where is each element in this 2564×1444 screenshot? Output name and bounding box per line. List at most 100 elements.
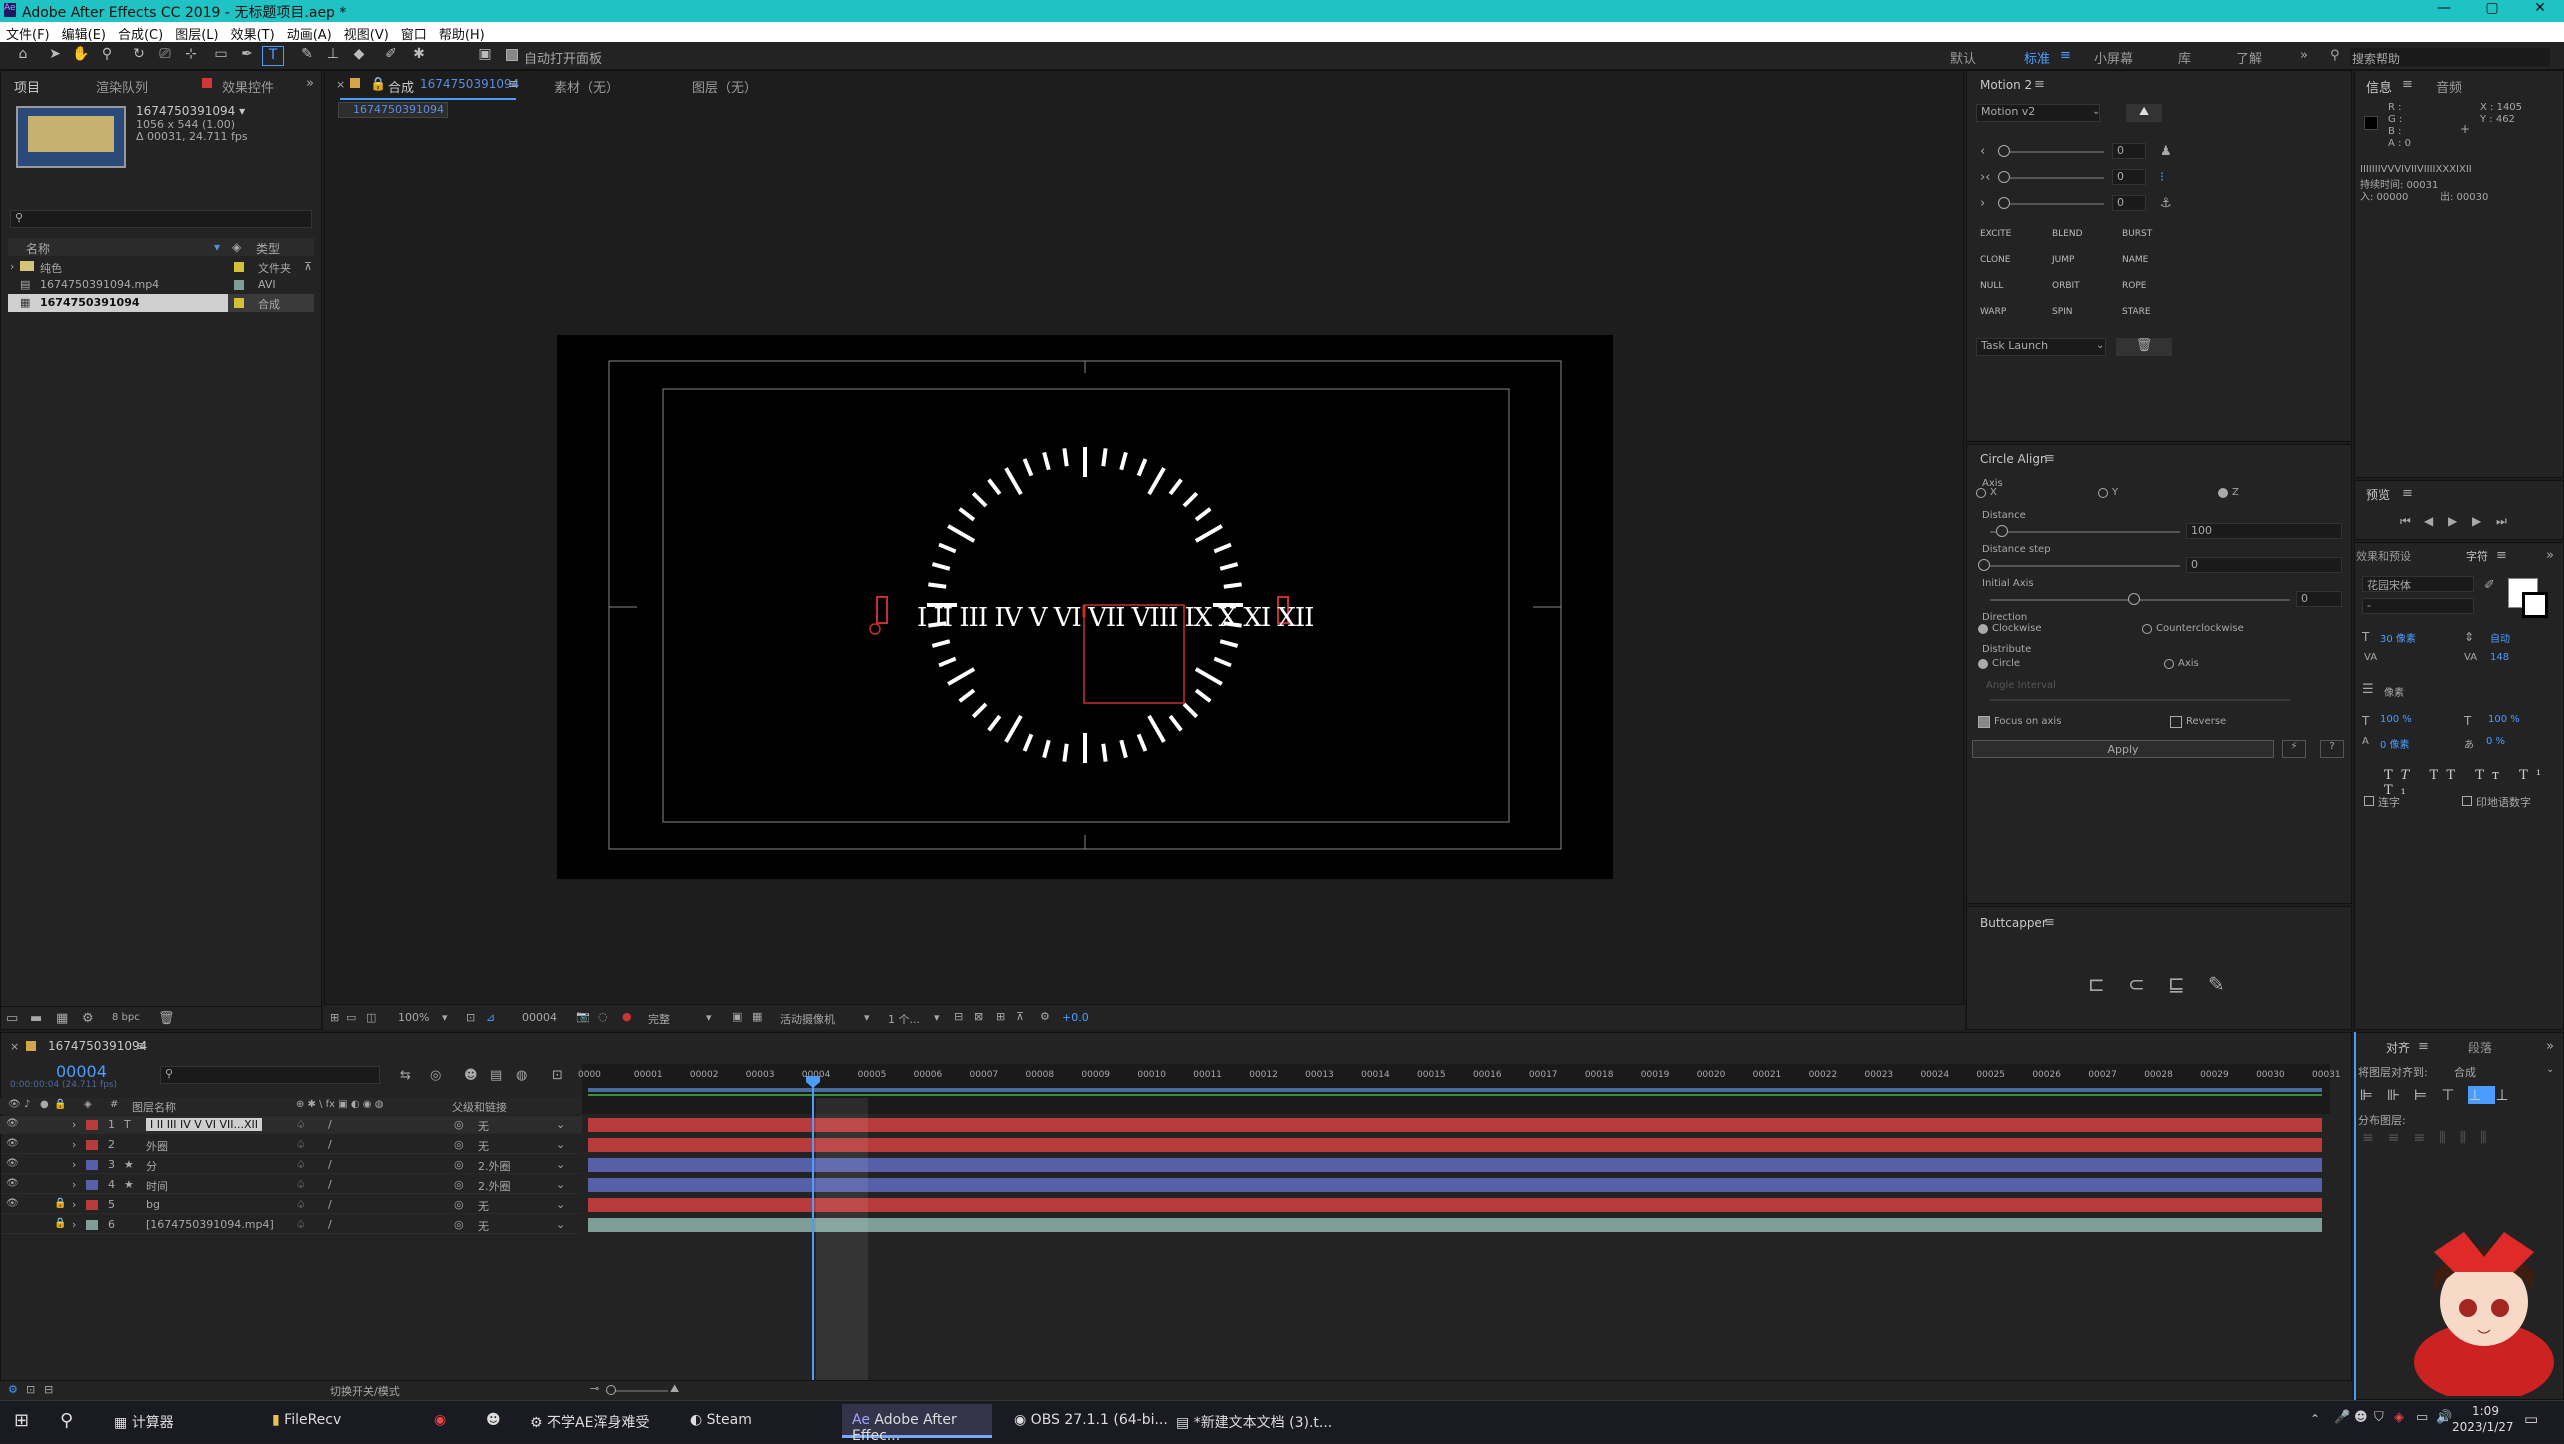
slider-knob[interactable]: [1998, 145, 2010, 157]
timing-icon[interactable]: ⊟: [44, 1383, 53, 1396]
timeline-icon[interactable]: ⊞: [996, 1010, 1005, 1023]
tab-layer[interactable]: 图层（无）: [692, 77, 757, 96]
parent-dropdown[interactable]: 无: [478, 1218, 489, 1234]
ease-out-value[interactable]: 0: [2112, 195, 2146, 211]
microphone-icon[interactable]: 🎤: [2334, 1410, 2350, 1425]
timeline-layer-row[interactable]: 👁 🔒 › 5 bg ♤ / ◎ 无 ⌄: [0, 1196, 582, 1214]
project-row-selected[interactable]: ▦ 1674750391094 合成: [8, 294, 314, 312]
draft-3d-icon[interactable]: ◎: [430, 1068, 441, 1083]
quality-switch-icon[interactable]: /: [328, 1138, 332, 1151]
lock-icon[interactable]: 🔒: [54, 1198, 66, 1209]
chevron-down-icon[interactable]: ▾: [442, 1011, 448, 1024]
eyedropper-icon[interactable]: ✐: [2484, 578, 2495, 593]
distance-step-slider[interactable]: [1990, 565, 2180, 567]
pickwhip-icon[interactable]: ◎: [454, 1178, 464, 1191]
always-preview-icon[interactable]: ▭: [346, 1011, 356, 1024]
chevron-down-icon[interactable]: ▾: [934, 1011, 940, 1024]
transfer-controls-icon[interactable]: ⊡: [26, 1383, 35, 1396]
quality-switch-icon[interactable]: /: [328, 1118, 332, 1131]
expand-arrow-icon[interactable]: ›: [72, 1218, 76, 1231]
pen-tool-icon[interactable]: ✒: [236, 46, 258, 66]
font-size-value[interactable]: 30 像素: [2380, 630, 2416, 645]
panel-overflow-icon[interactable]: »: [306, 76, 314, 91]
layer-label-swatch[interactable]: [86, 1200, 98, 1210]
panel-menu-icon[interactable]: ≡: [2402, 486, 2413, 501]
motion-blur-icon[interactable]: ◍: [516, 1068, 527, 1083]
timeline-layer-row[interactable]: 👁 › 3 ★ 分 ♤ / ◎ 2.外圈 ⌄: [0, 1156, 582, 1174]
baseline-value[interactable]: 0 像素: [2380, 736, 2410, 751]
taskbar-app-calculator[interactable]: ▦ 计算器: [104, 1404, 184, 1438]
workspace-default[interactable]: 默认: [1950, 48, 1976, 67]
frame-blending-icon[interactable]: ▤: [490, 1068, 502, 1083]
tab-audio[interactable]: 音频: [2436, 77, 2462, 96]
minimize-button[interactable]: —: [2420, 0, 2468, 22]
shy-switch-icon[interactable]: ♤: [296, 1178, 306, 1191]
taskbar-app-ae-group[interactable]: ⚙ 不学AE浑身难受: [520, 1404, 659, 1438]
comp-breadcrumb[interactable]: 1674750391094: [338, 102, 448, 118]
rotate-tool-icon[interactable]: ↻: [128, 46, 150, 66]
snapshot-icon[interactable]: 📷: [576, 1010, 590, 1023]
panel-menu-icon[interactable]: ≡: [136, 1039, 147, 1054]
rope-button[interactable]: ROPE: [2122, 281, 2146, 291]
pan-behind-tool-icon[interactable]: ⊹: [180, 46, 202, 66]
stroke-color-swatch[interactable]: [2522, 592, 2548, 618]
color-channel-icon[interactable]: ●: [622, 1010, 632, 1023]
anchor-icon[interactable]: ⚓: [2160, 196, 2172, 211]
view-layout-dropdown[interactable]: 1 个...: [888, 1011, 920, 1027]
workspace-standard[interactable]: 标准: [2024, 48, 2050, 67]
resolution-dropdown[interactable]: 完整: [648, 1011, 670, 1027]
parent-dropdown[interactable]: 无: [478, 1138, 489, 1154]
counterclockwise-radio[interactable]: [2142, 624, 2152, 634]
tab-effect-controls[interactable]: 效果控件: [222, 77, 274, 96]
current-frame-field[interactable]: 00004: [522, 1011, 557, 1024]
slider-knob[interactable]: [1978, 559, 1990, 571]
distance-slider[interactable]: [1990, 531, 2180, 533]
expand-arrow-icon[interactable]: ›: [72, 1158, 76, 1171]
current-timecode[interactable]: 00004: [56, 1062, 107, 1081]
workspace-menu-icon[interactable]: ≡: [2060, 48, 2071, 63]
chevron-down-icon[interactable]: ▾: [706, 1011, 712, 1024]
text-style-buttons[interactable]: TT TT Tт T¹ T₁: [2384, 768, 2564, 798]
comp-mini-flowchart-icon[interactable]: ⇆: [400, 1068, 411, 1083]
pickwhip-icon[interactable]: ◎: [454, 1118, 464, 1131]
timeline-layer-row[interactable]: 👁 › 4 ★ 时间 ♤ / ◎ 2.外圈 ⌄: [0, 1176, 582, 1194]
new-composition-icon[interactable]: ▦: [56, 1011, 68, 1026]
panel-toggle-icon[interactable]: ▣: [474, 46, 496, 66]
pickwhip-icon[interactable]: ◎: [454, 1198, 464, 1211]
panel-menu-icon[interactable]: ≡: [508, 77, 519, 92]
tab-effects-presets[interactable]: 效果和预设: [2356, 548, 2411, 564]
timeline-search-input[interactable]: ⚲: [160, 1066, 380, 1084]
search-icon[interactable]: ⚲: [60, 1410, 73, 1431]
eye-icon[interactable]: 👁: [6, 1138, 19, 1149]
flowchart-icon[interactable]: ⊼: [304, 260, 312, 273]
panel-menu-icon[interactable]: ≡: [2044, 451, 2055, 466]
panel-menu-icon[interactable]: ≡: [2044, 915, 2055, 930]
slider-knob[interactable]: [1998, 171, 2010, 183]
panel-menu-icon[interactable]: ≡: [2402, 77, 2413, 92]
spin-button[interactable]: SPIN: [2052, 307, 2073, 317]
eye-icon[interactable]: 👁: [6, 1158, 19, 1169]
distribute-axis-radio[interactable]: [2164, 659, 2174, 669]
mountain-graph-icon[interactable]: ⛰: [2126, 104, 2162, 122]
zoom-out-icon[interactable]: ⊸: [590, 1382, 599, 1395]
info-icon[interactable]: ?: [2320, 740, 2344, 758]
project-search-input[interactable]: ⚲: [10, 210, 312, 228]
antivirus-tray-icon[interactable]: ◈: [2394, 1410, 2404, 1425]
axis-z-radio[interactable]: [2218, 488, 2228, 498]
exposure-value[interactable]: +0.0: [1062, 1011, 1089, 1024]
trash-icon[interactable]: 🗑: [2116, 338, 2172, 356]
parent-dropdown[interactable]: 2.外圈: [478, 1158, 511, 1174]
stare-button[interactable]: STARE: [2122, 307, 2151, 317]
tray-overflow-icon[interactable]: ⌃: [2310, 1412, 2320, 1426]
panel-menu-icon[interactable]: ≡: [2034, 77, 2045, 92]
next-frame-icon[interactable]: ▶: [2472, 514, 2481, 528]
fit-icon[interactable]: ⊡: [466, 1011, 475, 1024]
ease-in-slider[interactable]: [2004, 151, 2104, 153]
excite-button[interactable]: EXCITE: [1980, 229, 2011, 239]
axis-x-radio[interactable]: [1976, 488, 1986, 498]
qq-icon[interactable]: ☻: [476, 1404, 511, 1438]
focus-on-axis-checkbox[interactable]: [1978, 716, 1990, 728]
jump-button[interactable]: JUMP: [2052, 255, 2074, 265]
distance-value[interactable]: 100: [2186, 523, 2342, 539]
tab-info[interactable]: 信息: [2366, 77, 2392, 96]
